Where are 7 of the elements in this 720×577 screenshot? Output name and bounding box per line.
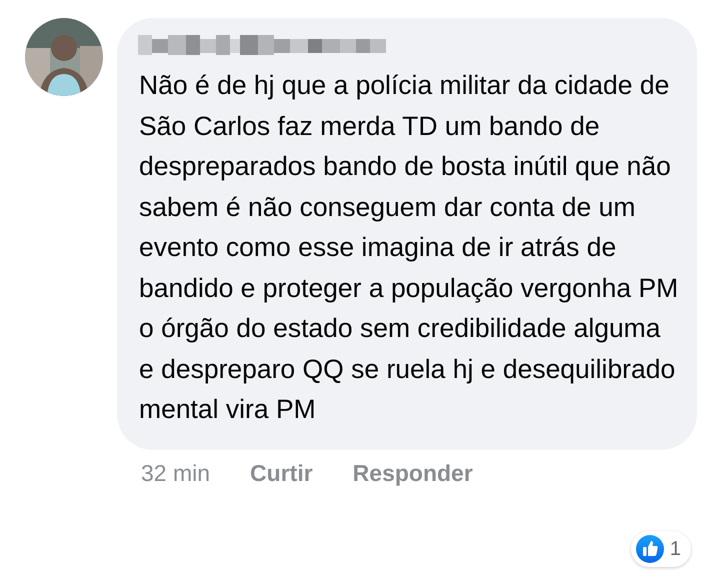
timestamp: 32 min [141, 460, 210, 486]
reaction-count: 1 [670, 538, 681, 560]
comment-text: Não é de hj que a polícia militar da cidade de São Carlos faz merda TD um bando de despreparados bando de bosta inútil que não sabem é não conseguem dar conta de um evento como esse imagina de ir atrás de bandido e proteger a população vergonha PM o órgão do estado sem credibilidade alguma e despreparo QQ se ruela hj e desequilibrado mental vira PM [139, 69, 680, 426]
action-link[interactable]: Responder [352, 460, 473, 486]
action-link[interactable]: Curtir [250, 460, 313, 486]
like-icon [636, 535, 664, 563]
reaction-badge[interactable]: 1 [630, 531, 691, 567]
